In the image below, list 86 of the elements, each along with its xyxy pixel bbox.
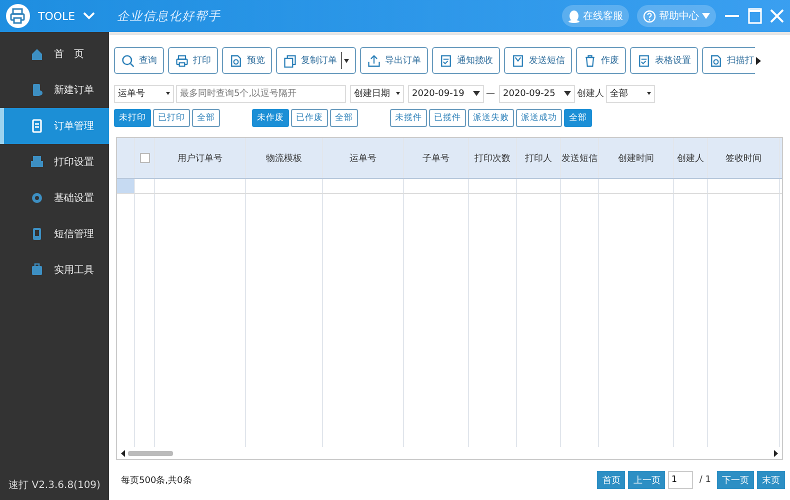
- date-separator: —: [486, 88, 495, 98]
- filter-toggle-button[interactable]: 已作废: [291, 109, 328, 127]
- column-header[interactable]: 用户订单号: [178, 152, 222, 164]
- sidebar-item[interactable]: 首 页: [0, 36, 109, 72]
- filter-toggle-button[interactable]: 全部: [330, 109, 358, 127]
- document-preview-icon: [709, 54, 723, 68]
- chevron-down-icon[interactable]: [83, 12, 96, 20]
- select-all-checkbox[interactable]: [140, 153, 150, 163]
- date-to-field[interactable]: 2020-09-25: [499, 84, 575, 102]
- document-preview-icon: [229, 54, 243, 68]
- filter-toggle-button[interactable]: 已打印: [153, 109, 190, 127]
- column-header[interactable]: 发送短信: [562, 152, 598, 164]
- search-field[interactable]: 最多同时查询5个,以逗号隔开: [176, 84, 346, 102]
- column-header[interactable]: 打印人: [525, 152, 552, 164]
- toolbar-button[interactable]: 发送短信: [504, 47, 572, 74]
- page-summary: 每页500条,共0条: [121, 474, 192, 486]
- slogan: 企业信息化好帮手: [117, 8, 222, 24]
- sidebar-item[interactable]: 实用工具: [0, 252, 109, 288]
- column-header[interactable]: 创建时间: [618, 152, 654, 164]
- scroll-left-icon[interactable]: [121, 450, 125, 456]
- toolbar-button[interactable]: 扫描打: [702, 47, 755, 74]
- caret-icon: [564, 91, 571, 96]
- column-header[interactable]: 打印次数: [474, 152, 510, 164]
- filter-toggle-button[interactable]: 全部: [192, 109, 220, 127]
- person-icon: [568, 10, 580, 22]
- column-header[interactable]: 签收时间: [726, 152, 762, 164]
- toolbar-button[interactable]: 复制订单: [276, 47, 356, 74]
- gear-icon: [30, 191, 44, 205]
- toolbar-button[interactable]: 导出订单: [360, 47, 428, 74]
- sidebar-item[interactable]: 订单管理: [0, 108, 109, 144]
- scroll-right-icon[interactable]: [774, 450, 778, 456]
- toolbar-button[interactable]: 表格设置: [630, 47, 698, 74]
- previous-page-button[interactable]: 上一页: [628, 471, 666, 489]
- filter-toggle-button[interactable]: 未打印: [114, 109, 151, 127]
- column-header[interactable]: 创建人: [677, 152, 704, 164]
- page-number-field[interactable]: 1: [668, 471, 694, 489]
- phone-icon: [30, 227, 44, 241]
- next-page-button[interactable]: 下一页: [717, 471, 754, 489]
- toolbar-button[interactable]: 查询: [114, 47, 164, 74]
- sidebar-item[interactable]: 基础设置: [0, 180, 109, 216]
- scrollbar-thumb[interactable]: [128, 450, 173, 456]
- first-page-button[interactable]: 首页: [597, 471, 626, 489]
- caret-icon: [473, 91, 480, 96]
- toolbar-button[interactable]: 作废: [576, 47, 626, 74]
- caret-icon: [647, 92, 651, 95]
- sidebar-item[interactable]: 打印设置: [0, 144, 109, 180]
- home-icon: [30, 47, 44, 61]
- trash-icon: [583, 54, 597, 68]
- sidebar-item[interactable]: 短信管理: [0, 216, 109, 252]
- filter-toggle-button[interactable]: 全部: [564, 109, 592, 127]
- help-icon: [643, 10, 656, 22]
- close-icon[interactable]: [770, 9, 784, 23]
- toolbar-button[interactable]: 预览: [222, 47, 272, 74]
- creator-select[interactable]: 全部: [606, 84, 655, 102]
- filter-toggle-button[interactable]: 派送失败: [468, 109, 514, 127]
- printer-logo-icon: [6, 4, 30, 28]
- caret-icon[interactable]: [344, 58, 349, 62]
- checklist-icon: [637, 54, 651, 68]
- checklist-icon: [439, 54, 453, 68]
- upload-icon: [367, 54, 381, 68]
- filter-toggle-button[interactable]: 派送成功: [516, 109, 562, 127]
- toolbar-button[interactable]: 打印: [168, 47, 218, 74]
- last-page-button[interactable]: 末页: [757, 471, 785, 489]
- caret-icon: [702, 13, 710, 19]
- date-from-field[interactable]: 2020-09-19: [408, 84, 484, 102]
- caret-icon: [166, 92, 170, 95]
- envelope-icon: [511, 54, 525, 68]
- search-icon: [121, 54, 135, 68]
- column-header[interactable]: 子单号: [422, 152, 450, 164]
- search-type-select[interactable]: 运单号: [114, 84, 174, 102]
- date-type-select[interactable]: 创建日期: [350, 84, 404, 102]
- toolbox-icon: [30, 263, 44, 277]
- filter-toggle-button[interactable]: 已揽件: [429, 109, 466, 127]
- column-header[interactable]: 物流模板: [266, 152, 302, 164]
- copy-icon: [283, 54, 297, 68]
- maximize-icon[interactable]: [748, 8, 762, 24]
- page-total: / 1: [699, 475, 711, 485]
- sidebar-item[interactable]: 新建订单: [0, 72, 109, 108]
- filter-toggle-button[interactable]: 未揽件: [390, 109, 427, 127]
- caret-icon: [396, 92, 400, 95]
- creator-label: 创建人: [577, 88, 604, 100]
- version-label: 速打 V2.3.6.8(109): [8, 478, 102, 493]
- filter-toggle-button[interactable]: 未作废: [252, 109, 289, 127]
- app-name: TOOLE: [38, 10, 76, 22]
- toolbar-button[interactable]: 通知揽收: [432, 47, 500, 74]
- column-header[interactable]: 运单号: [350, 152, 376, 164]
